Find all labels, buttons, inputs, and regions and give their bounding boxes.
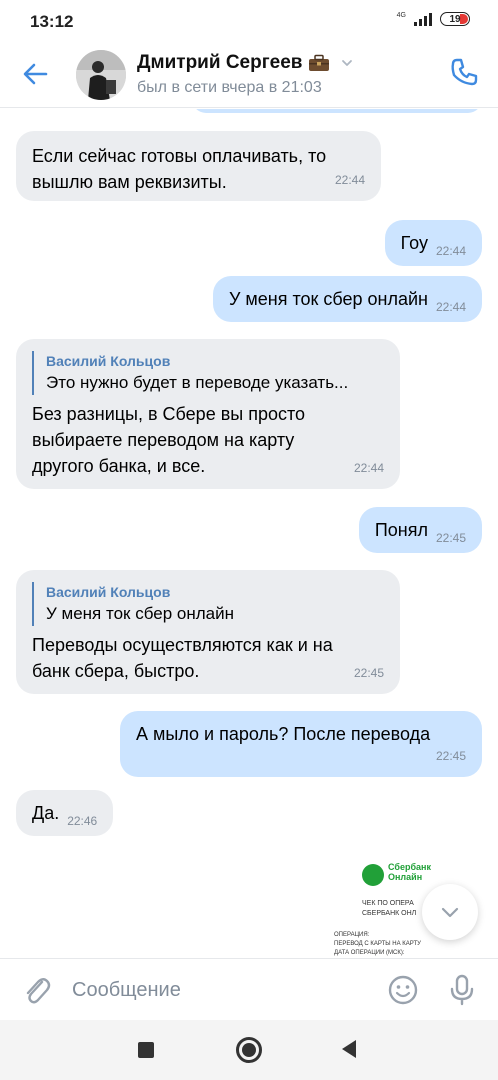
message-bubble-outgoing[interactable]: Гоу 22:44 <box>384 220 482 266</box>
battery-level: 19 <box>449 13 461 25</box>
message-text-line: выбираете переводом на карту <box>32 430 295 450</box>
previous-message-edge <box>192 109 482 113</box>
message-text-line: Переводы осуществляются как и на <box>32 635 333 655</box>
system-back-button[interactable] <box>342 1040 356 1058</box>
message-text-line: банк сбера, быстро. <box>32 661 200 681</box>
arrow-left-icon[interactable] <box>20 58 52 90</box>
reply-author: Василий Кольцов <box>46 584 171 600</box>
message-text-line: вышлю вам реквизиты. <box>32 172 227 192</box>
receipt-line: ДАТА ОПЕРАЦИИ (МСК): <box>334 950 405 956</box>
contact-name[interactable]: Дмитрий Сергеев <box>137 52 302 74</box>
message-input[interactable] <box>72 975 362 1005</box>
reply-text: Это нужно будет в переводе указать... <box>46 373 349 392</box>
message-bubble-incoming[interactable]: Василий Кольцов Это нужно будет в перево… <box>16 339 400 489</box>
chat-header: Дмитрий Сергеев был в сети вчера в 21:03 <box>0 44 498 108</box>
system-nav-bar <box>0 1020 498 1080</box>
receipt-line: СБЕРБАНК ОНЛ <box>362 910 417 917</box>
message-list[interactable]: Если сейчас готовы оплачивать, то вышлю … <box>0 109 498 958</box>
last-seen-status: был в сети вчера в 21:03 <box>137 79 322 96</box>
message-text: У меня ток сбер онлайн <box>228 289 428 309</box>
message-time: 22:46 <box>67 814 98 828</box>
receipt-line: ЧЕК ПО ОПЕРА <box>362 900 414 907</box>
reply-author: Василий Кольцов <box>46 353 171 369</box>
message-text: А мыло и пароль? После перевода <box>136 724 431 744</box>
reply-quote[interactable]: Василий Кольцов Это нужно будет в перево… <box>32 351 384 395</box>
message-time: 22:45 <box>353 666 384 680</box>
message-time: 22:45 <box>435 749 466 763</box>
phone-icon[interactable] <box>448 56 480 88</box>
reply-quote[interactable]: Василий Кольцов У меня ток сбер онлайн <box>32 582 384 626</box>
smile-icon[interactable] <box>386 973 420 1007</box>
network-type: 4G <box>396 11 406 19</box>
signal-icon <box>414 12 432 26</box>
message-time: 22:44 <box>334 173 365 187</box>
message-time: 22:44 <box>435 244 466 258</box>
chevron-down-icon[interactable] <box>340 56 354 70</box>
receipt-line: ОПЕРАЦИЯ: <box>334 932 370 938</box>
message-text-line: Если сейчас готовы оплачивать, то <box>32 146 327 166</box>
status-time: 13:12 <box>30 12 74 31</box>
message-bubble-outgoing[interactable]: А мыло и пароль? После перевода 22:45 <box>120 711 482 777</box>
microphone-icon[interactable] <box>446 973 478 1007</box>
status-bar: 13:12 4G 19 <box>0 0 498 44</box>
sberbank-logo-icon <box>362 864 384 886</box>
status-icons: 4G 19 <box>397 12 470 26</box>
message-text-line: Без разницы, в Сбере вы просто <box>32 404 306 424</box>
battery-icon: 19 <box>440 12 470 26</box>
message-bubble-incoming[interactable]: Да. 22:46 <box>16 790 114 836</box>
message-bubble-outgoing[interactable]: У меня ток сбер онлайн 22:44 <box>212 276 482 322</box>
message-bubble-incoming[interactable]: Василий Кольцов У меня ток сбер онлайн П… <box>16 570 400 694</box>
message-text: Гоу <box>400 233 428 253</box>
message-text-line: другого банка, и все. <box>32 456 206 476</box>
recent-apps-button[interactable] <box>138 1042 154 1058</box>
chevron-down-icon <box>441 907 459 918</box>
reply-text: У меня ток сбер онлайн <box>46 604 234 623</box>
paperclip-icon[interactable] <box>20 973 52 1007</box>
receipt-line: ПЕРЕВОД С КАРТЫ НА КАРТУ <box>334 941 421 947</box>
message-time: 22:44 <box>353 461 384 475</box>
scroll-down-button[interactable] <box>422 884 478 940</box>
composer <box>0 958 498 1020</box>
message-text: Да. <box>32 803 60 823</box>
message-time: 22:45 <box>435 531 466 545</box>
contact-name-row[interactable]: Дмитрий Сергеев <box>137 52 354 74</box>
message-bubble-outgoing[interactable]: Понял 22:45 <box>358 507 482 553</box>
message-bubble-incoming[interactable]: Если сейчас готовы оплачивать, то вышлю … <box>16 131 381 201</box>
home-button[interactable] <box>236 1037 262 1063</box>
receipt-brand: Сбербанк Онлайн <box>388 862 431 882</box>
briefcase-emoji-icon <box>309 54 330 71</box>
message-text: Понял <box>374 520 428 540</box>
avatar[interactable] <box>76 50 126 100</box>
message-time: 22:44 <box>435 300 466 314</box>
